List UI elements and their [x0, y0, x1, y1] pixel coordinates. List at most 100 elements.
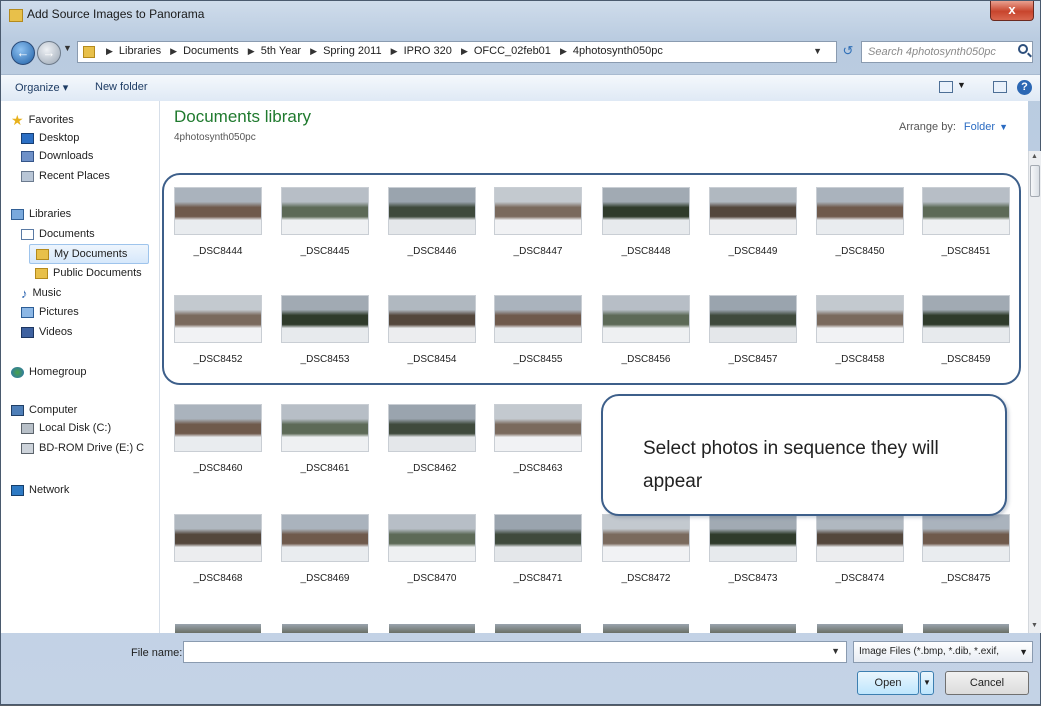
chevron-down-icon[interactable]: ▼ — [813, 46, 822, 56]
file-item[interactable]: _DSC8460 — [175, 405, 261, 474]
file-item[interactable]: _DSC8444 — [175, 188, 261, 257]
file-item[interactable]: _DSC8470 — [389, 515, 475, 584]
refresh-icon[interactable]: ↺ — [839, 41, 857, 61]
nav-public-documents[interactable]: Public Documents — [35, 264, 142, 282]
forward-button[interactable]: → — [37, 41, 61, 65]
breadcrumb-5th-year[interactable]: 5th Year — [261, 45, 301, 57]
nav-libraries[interactable]: Libraries — [11, 205, 71, 223]
title-bar: Add Source Images to Panorama x — [1, 1, 1040, 29]
file-name: _DSC8446 — [407, 246, 457, 257]
file-item[interactable]: _DSC8475 — [923, 515, 1009, 584]
nav-music[interactable]: ♪ Music — [21, 284, 61, 302]
photo-thumbnail — [495, 188, 581, 234]
file-item[interactable]: _DSC8446 — [389, 188, 475, 257]
nav-documents[interactable]: Documents — [21, 225, 95, 243]
photo-thumbnail-partial[interactable] — [175, 624, 261, 633]
file-item[interactable]: _DSC8471 — [495, 515, 581, 584]
file-item[interactable]: _DSC8469 — [282, 515, 368, 584]
file-item[interactable]: _DSC8448 — [603, 188, 689, 257]
file-name: _DSC8460 — [193, 463, 243, 474]
search-input[interactable]: Search 4photosynth050pc — [861, 41, 1033, 63]
file-name: _DSC8457 — [728, 354, 778, 365]
breadcrumb-ipro-320[interactable]: IPRO 320 — [404, 45, 452, 57]
file-type-select[interactable]: Image Files (*.bmp, *.dib, *.exif, ▼ — [853, 641, 1033, 663]
nav-bd-rom[interactable]: BD-ROM Drive (E:) C — [21, 439, 144, 457]
chevron-right-icon: ▶ — [106, 46, 113, 56]
file-item[interactable]: _DSC8449 — [710, 188, 796, 257]
file-name: _DSC8473 — [728, 573, 778, 584]
scroll-up-icon[interactable]: ▲ — [1031, 153, 1038, 160]
file-item[interactable]: _DSC8474 — [817, 515, 903, 584]
photo-thumbnail-partial[interactable] — [282, 624, 368, 633]
search-icon[interactable] — [1018, 44, 1028, 54]
hard-disk-icon — [21, 422, 34, 434]
file-name: _DSC8463 — [513, 463, 563, 474]
file-item[interactable]: _DSC8473 — [710, 515, 796, 584]
new-folder-button[interactable]: New folder — [95, 81, 148, 93]
nav-homegroup[interactable]: Homegroup — [11, 363, 86, 381]
chevron-down-icon[interactable]: ▼ — [831, 646, 840, 656]
chevron-down-icon[interactable]: ▼ — [999, 122, 1008, 132]
file-item[interactable]: _DSC8455 — [495, 296, 581, 365]
nav-desktop[interactable]: Desktop — [21, 129, 79, 147]
breadcrumb-libraries[interactable]: Libraries — [119, 45, 161, 57]
file-item[interactable]: _DSC8468 — [175, 515, 261, 584]
file-item[interactable]: _DSC8472 — [603, 515, 689, 584]
photo-thumbnail-partial[interactable] — [710, 624, 796, 633]
nav-local-disk[interactable]: Local Disk (C:) — [21, 419, 111, 437]
file-item[interactable]: _DSC8452 — [175, 296, 261, 365]
nav-my-documents[interactable]: My Documents — [29, 244, 149, 264]
file-item[interactable]: _DSC8459 — [923, 296, 1009, 365]
recent-pages-chevron-icon[interactable]: ▼ — [63, 43, 72, 53]
callout-text: Select photos in sequence they will appe… — [643, 438, 939, 492]
breadcrumb-documents[interactable]: Documents — [183, 45, 239, 57]
photo-thumbnail-partial[interactable] — [495, 624, 581, 633]
photo-thumbnail-partial[interactable] — [817, 624, 903, 633]
nav-videos[interactable]: Videos — [21, 323, 72, 341]
file-name: _DSC8450 — [835, 246, 885, 257]
photo-thumbnail — [495, 296, 581, 342]
back-button[interactable]: ← — [11, 41, 35, 65]
nav-favorites[interactable]: ★ Favorites — [11, 111, 74, 129]
file-item[interactable]: _DSC8450 — [817, 188, 903, 257]
nav-computer[interactable]: Computer — [11, 401, 77, 419]
breadcrumb-spring-2011[interactable]: Spring 2011 — [323, 45, 382, 57]
photo-thumbnail — [175, 296, 261, 342]
open-button[interactable]: Open — [857, 671, 919, 695]
file-item[interactable]: _DSC8447 — [495, 188, 581, 257]
photo-thumbnail — [603, 515, 689, 561]
file-item[interactable]: _DSC8456 — [603, 296, 689, 365]
file-item[interactable]: _DSC8445 — [282, 188, 368, 257]
breadcrumb-current-folder[interactable]: 4photosynth050pc — [573, 45, 663, 57]
file-name: _DSC8455 — [513, 354, 563, 365]
file-name-input[interactable]: ▼ — [183, 641, 847, 663]
file-item[interactable]: _DSC8451 — [923, 188, 1009, 257]
close-button[interactable]: x — [990, 1, 1034, 21]
open-options-button[interactable]: ▼ — [920, 671, 934, 695]
photo-thumbnail-partial[interactable] — [603, 624, 689, 633]
homegroup-icon — [11, 366, 24, 378]
cancel-button[interactable]: Cancel — [945, 671, 1029, 695]
address-bar[interactable]: ▶ Libraries ▶ Documents ▶ 5th Year ▶ Spring … — [77, 41, 837, 63]
photo-thumbnail — [710, 188, 796, 234]
vertical-scrollbar[interactable]: ▲ ▼ — [1028, 151, 1041, 633]
breadcrumb-ofcc[interactable]: OFCC_02feb01 — [474, 45, 551, 57]
photo-thumbnail-partial[interactable] — [389, 624, 475, 633]
help-icon: ? — [1017, 80, 1032, 95]
file-item[interactable]: _DSC8457 — [710, 296, 796, 365]
file-item[interactable]: _DSC8453 — [282, 296, 368, 365]
file-item[interactable]: _DSC8462 — [389, 405, 475, 474]
nav-recent-places[interactable]: Recent Places — [21, 167, 110, 185]
arrange-by-dropdown[interactable]: Folder — [964, 121, 995, 133]
scroll-down-icon[interactable]: ▼ — [1031, 622, 1038, 629]
file-item[interactable]: _DSC8454 — [389, 296, 475, 365]
nav-pictures[interactable]: Pictures — [21, 303, 79, 321]
organize-button[interactable]: Organize ▾ — [15, 81, 68, 94]
file-item[interactable]: _DSC8463 — [495, 405, 581, 474]
photo-thumbnail-partial[interactable] — [923, 624, 1009, 633]
file-item[interactable]: _DSC8461 — [282, 405, 368, 474]
scrollbar-thumb[interactable] — [1030, 165, 1040, 197]
nav-downloads[interactable]: Downloads — [21, 147, 93, 165]
file-item[interactable]: _DSC8458 — [817, 296, 903, 365]
nav-network[interactable]: Network — [11, 481, 69, 499]
